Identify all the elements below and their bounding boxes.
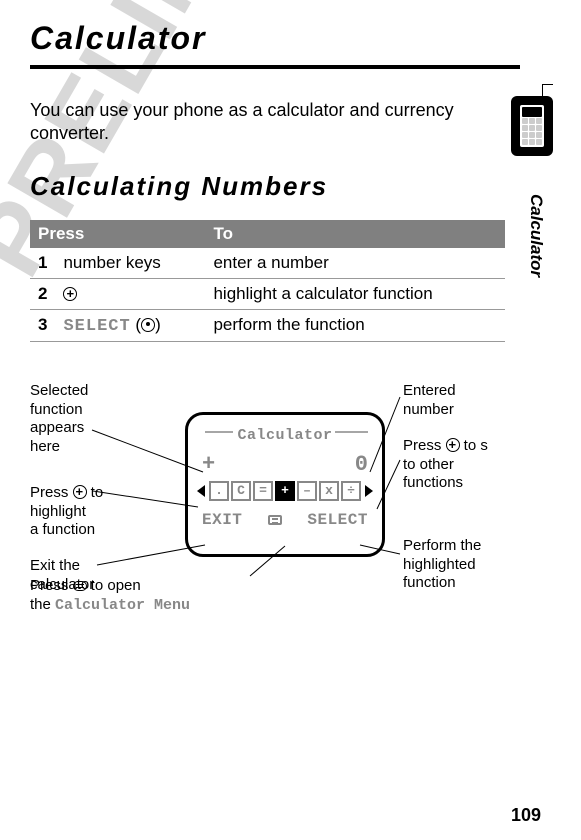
intro-text: You can use your phone as a calculator a… — [30, 99, 470, 146]
func-eq: = — [253, 481, 273, 501]
page-title: Calculator — [30, 20, 520, 57]
scroll-right-icon — [365, 485, 373, 497]
softkey-select: SELECT — [307, 511, 368, 529]
row-press: SELECT () — [55, 309, 205, 341]
phone-screen: Calculator + 0 . C = + – x ÷ EXIT SELECT — [185, 412, 385, 557]
menu-icon — [73, 581, 87, 591]
nav-icon — [63, 287, 77, 301]
table-header-press: Press — [30, 220, 205, 248]
row-press: number keys — [55, 248, 205, 279]
row-to: enter a number — [205, 248, 505, 279]
page-number: 109 — [511, 805, 541, 826]
calculator-icon — [520, 105, 544, 147]
table-row: 3 SELECT () perform the function — [30, 309, 505, 341]
row-num: 2 — [30, 278, 55, 309]
row-to: highlight a calculator function — [205, 278, 505, 309]
row-num: 1 — [30, 248, 55, 279]
calculator-menu-label: Calculator Menu — [55, 597, 190, 614]
nav-icon — [446, 438, 460, 452]
softkey-menu-icon — [268, 515, 282, 525]
callout-entered: Enterednumber — [403, 382, 456, 420]
callout-press-menu: Press to openthe Calculator Menu — [30, 577, 190, 616]
sidebar-label: Calculator — [526, 194, 546, 277]
func-div: ÷ — [341, 481, 361, 501]
func-plus: + — [275, 481, 295, 501]
section-heading: Calculating Numbers — [30, 171, 520, 202]
callout-press-scroll: Press to sto otherfunctions — [403, 437, 488, 493]
callout-press-nav: Press tohighlighta function — [30, 484, 103, 540]
scroll-left-icon — [197, 485, 205, 497]
nav-icon — [73, 485, 87, 499]
func-c: C — [231, 481, 251, 501]
func-minus: – — [297, 481, 317, 501]
diagram: Calculator + 0 . C = + – x ÷ EXIT SELECT — [30, 382, 520, 662]
screen-operator: + — [202, 452, 215, 477]
title-rule — [30, 65, 520, 69]
table-header-to: To — [205, 220, 505, 248]
func-dot: . — [209, 481, 229, 501]
function-row: . C = + – x ÷ — [188, 481, 382, 501]
row-press — [55, 278, 205, 309]
instruction-table: Press To 1 number keys enter a number 2 … — [30, 220, 505, 342]
softkey-exit: EXIT — [202, 511, 242, 529]
table-row: 2 highlight a calculator function — [30, 278, 505, 309]
callout-selected: Selected function appears here — [30, 382, 88, 457]
select-label: SELECT — [63, 317, 130, 336]
dot-button-icon — [141, 318, 155, 332]
row-num: 3 — [30, 309, 55, 341]
row-to: perform the function — [205, 309, 505, 341]
callout-perform: Perform thehighlightedfunction — [403, 537, 481, 593]
screen-value: 0 — [355, 452, 368, 477]
table-row: 1 number keys enter a number — [30, 248, 505, 279]
screen-title: Calculator — [188, 427, 382, 444]
func-times: x — [319, 481, 339, 501]
